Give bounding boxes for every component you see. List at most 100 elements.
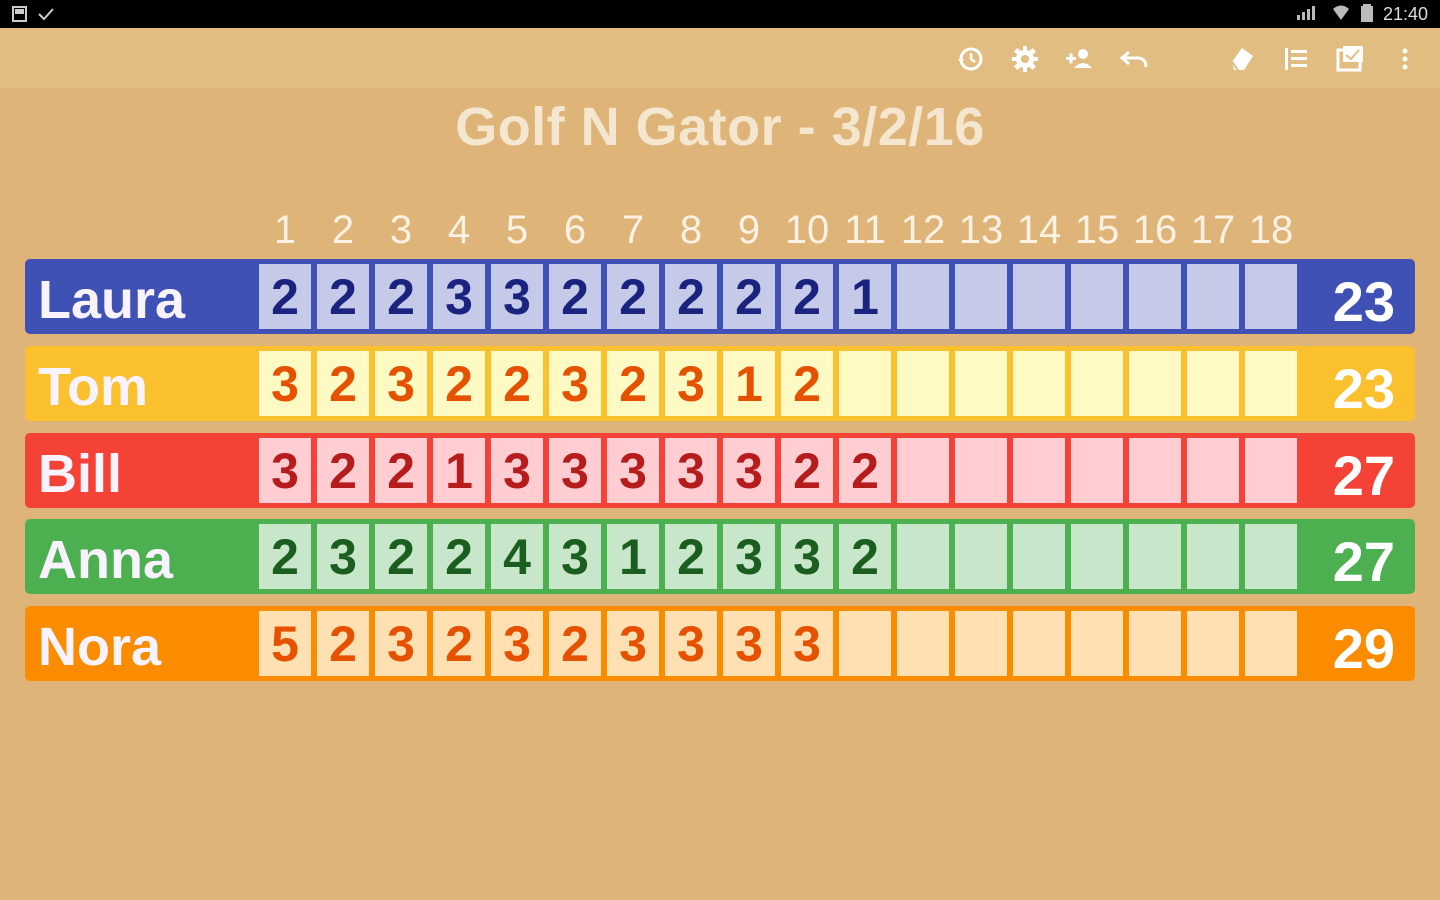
score-cell-hole-16[interactable] [1128,610,1182,677]
score-cell-hole-8[interactable]: 2 [664,523,718,590]
score-cell-hole-6[interactable]: 2 [548,263,602,330]
score-cell-hole-15[interactable] [1070,523,1124,590]
score-cell-hole-10[interactable]: 3 [780,523,834,590]
score-cell-hole-3[interactable]: 2 [374,437,428,504]
score-cell-hole-18[interactable] [1244,610,1298,677]
score-cell-hole-16[interactable] [1128,350,1182,417]
player-name[interactable]: Anna [38,529,173,591]
score-cell-hole-3[interactable]: 2 [374,263,428,330]
score-cell-hole-16[interactable] [1128,523,1182,590]
score-cell-hole-11[interactable]: 2 [838,437,892,504]
score-cell-hole-4[interactable]: 2 [432,610,486,677]
score-cell-hole-6[interactable]: 3 [548,523,602,590]
score-cell-hole-10[interactable]: 2 [780,350,834,417]
undo-icon[interactable] [1117,42,1151,76]
score-cell-hole-4[interactable]: 1 [432,437,486,504]
score-cell-hole-8[interactable]: 3 [664,437,718,504]
score-cell-hole-12[interactable] [896,610,950,677]
score-cell-hole-13[interactable] [954,263,1008,330]
player-name[interactable]: Laura [38,269,185,331]
score-cell-hole-1[interactable]: 2 [258,523,312,590]
score-cell-hole-9[interactable]: 2 [722,263,776,330]
score-cell-hole-14[interactable] [1012,263,1066,330]
score-cell-hole-4[interactable]: 3 [432,263,486,330]
score-cell-hole-5[interactable]: 3 [490,263,544,330]
score-cell-hole-4[interactable]: 2 [432,350,486,417]
score-cell-hole-11[interactable] [838,350,892,417]
score-cell-hole-8[interactable]: 2 [664,263,718,330]
score-cell-hole-10[interactable]: 2 [780,437,834,504]
score-cell-hole-17[interactable] [1186,437,1240,504]
score-cell-hole-9[interactable]: 3 [722,523,776,590]
score-cell-hole-7[interactable]: 1 [606,523,660,590]
score-cell-hole-12[interactable] [896,263,950,330]
score-cell-hole-15[interactable] [1070,263,1124,330]
score-cell-hole-7[interactable]: 3 [606,610,660,677]
player-name[interactable]: Bill [38,443,122,505]
score-cell-hole-3[interactable]: 3 [374,610,428,677]
score-cell-hole-17[interactable] [1186,610,1240,677]
score-cell-hole-11[interactable] [838,610,892,677]
score-cell-hole-5[interactable]: 4 [490,523,544,590]
score-cell-hole-3[interactable]: 3 [374,350,428,417]
player-name[interactable]: Nora [38,616,161,678]
score-cell-hole-18[interactable] [1244,437,1298,504]
score-cell-hole-9[interactable]: 1 [722,350,776,417]
score-cell-hole-10[interactable]: 2 [780,263,834,330]
score-cell-hole-18[interactable] [1244,523,1298,590]
score-cell-hole-8[interactable]: 3 [664,610,718,677]
score-cell-hole-15[interactable] [1070,610,1124,677]
scorecard-icon[interactable] [1333,42,1367,76]
score-cell-hole-12[interactable] [896,437,950,504]
score-cell-hole-12[interactable] [896,523,950,590]
list-icon[interactable] [1279,42,1313,76]
clear-icon[interactable] [1224,42,1258,76]
score-cell-hole-2[interactable]: 2 [316,263,370,330]
score-cell-hole-2[interactable]: 3 [316,523,370,590]
score-cell-hole-15[interactable] [1070,437,1124,504]
score-cell-hole-3[interactable]: 2 [374,523,428,590]
score-cell-hole-13[interactable] [954,350,1008,417]
score-cell-hole-2[interactable]: 2 [316,350,370,417]
score-cell-hole-17[interactable] [1186,523,1240,590]
score-cell-hole-7[interactable]: 2 [606,350,660,417]
score-cell-hole-18[interactable] [1244,263,1298,330]
score-cell-hole-1[interactable]: 2 [258,263,312,330]
score-cell-hole-17[interactable] [1186,350,1240,417]
score-cell-hole-15[interactable] [1070,350,1124,417]
score-cell-hole-7[interactable]: 3 [606,437,660,504]
score-cell-hole-5[interactable]: 3 [490,610,544,677]
score-cell-hole-13[interactable] [954,437,1008,504]
score-cell-hole-1[interactable]: 3 [258,350,312,417]
score-cell-hole-9[interactable]: 3 [722,610,776,677]
score-cell-hole-14[interactable] [1012,523,1066,590]
score-cell-hole-6[interactable]: 3 [548,350,602,417]
score-cell-hole-6[interactable]: 2 [548,610,602,677]
score-cell-hole-11[interactable]: 1 [838,263,892,330]
score-cell-hole-14[interactable] [1012,350,1066,417]
score-cell-hole-11[interactable]: 2 [838,523,892,590]
score-cell-hole-2[interactable]: 2 [316,610,370,677]
score-cell-hole-1[interactable]: 3 [258,437,312,504]
score-cell-hole-17[interactable] [1186,263,1240,330]
score-cell-hole-13[interactable] [954,610,1008,677]
score-cell-hole-14[interactable] [1012,437,1066,504]
score-cell-hole-9[interactable]: 3 [722,437,776,504]
score-cell-hole-14[interactable] [1012,610,1066,677]
score-cell-hole-5[interactable]: 3 [490,437,544,504]
more-vert-icon[interactable] [1388,42,1422,76]
player-name[interactable]: Tom [38,356,148,418]
add-player-icon[interactable] [1062,42,1096,76]
settings-icon[interactable] [1008,42,1042,76]
score-cell-hole-5[interactable]: 2 [490,350,544,417]
score-cell-hole-18[interactable] [1244,350,1298,417]
score-cell-hole-6[interactable]: 3 [548,437,602,504]
score-cell-hole-13[interactable] [954,523,1008,590]
score-cell-hole-7[interactable]: 2 [606,263,660,330]
score-cell-hole-12[interactable] [896,350,950,417]
score-cell-hole-16[interactable] [1128,263,1182,330]
score-cell-hole-1[interactable]: 5 [258,610,312,677]
score-cell-hole-4[interactable]: 2 [432,523,486,590]
score-cell-hole-16[interactable] [1128,437,1182,504]
history-icon[interactable] [953,42,987,76]
